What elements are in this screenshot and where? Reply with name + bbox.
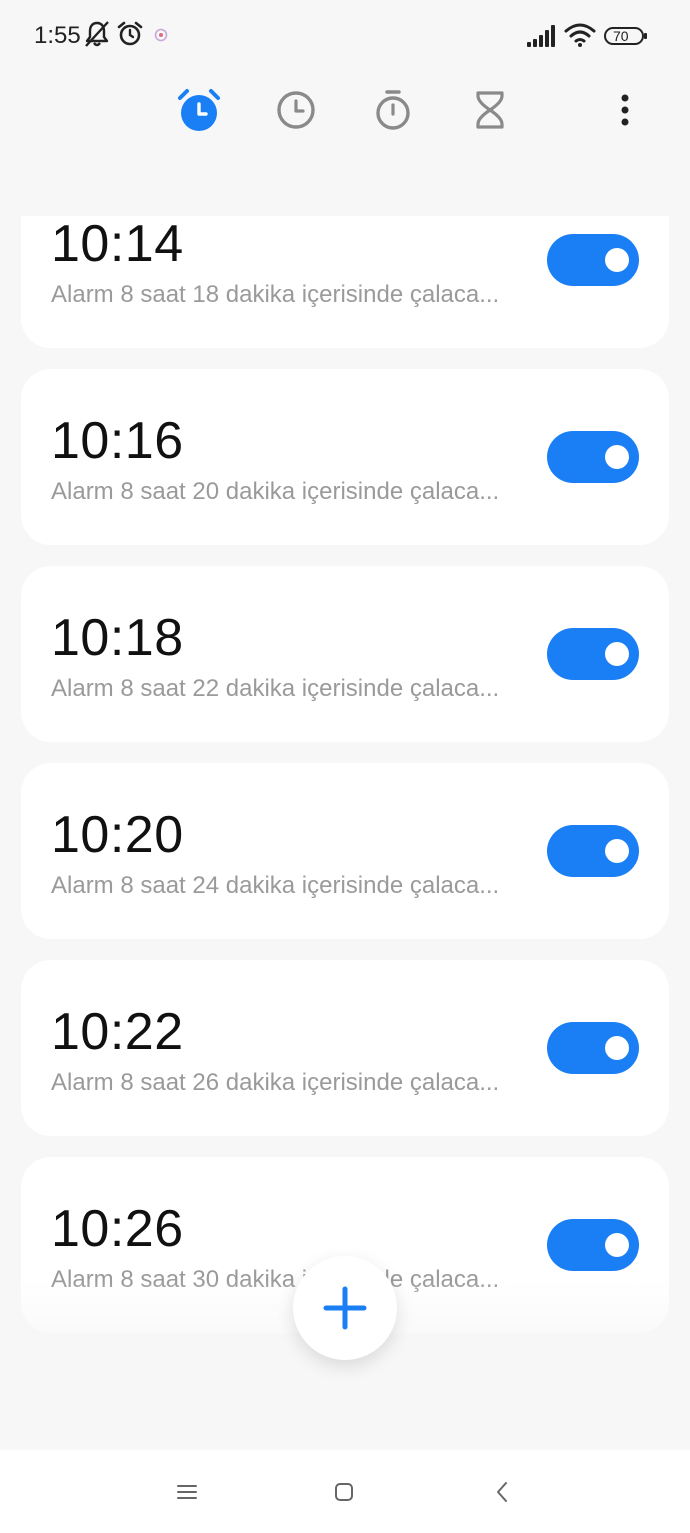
alarm-time: 10:20 — [51, 806, 184, 864]
alarm-description: Alarm 8 saat 20 dakika içerisinde çalaca… — [51, 478, 500, 505]
alarm-description: Alarm 8 saat 22 dakika içerisinde çalaca… — [51, 675, 500, 702]
alarm-description: Alarm 8 saat 18 dakika içerisinde çalaca… — [51, 281, 500, 308]
system-navigation-bar — [0, 1450, 690, 1533]
alarm-time: 10:16 — [51, 412, 184, 470]
status-bar: 1:55 70 — [0, 0, 690, 76]
alarm-toggle[interactable] — [547, 431, 639, 483]
clock-icon — [277, 91, 315, 129]
tab-alarm[interactable] — [175, 86, 223, 134]
recent-apps-button[interactable] — [165, 1470, 209, 1514]
alarm-time: 10:18 — [51, 609, 184, 667]
notifications-off-icon — [84, 20, 110, 53]
toggle-knob — [605, 445, 629, 469]
alarm-description: Alarm 8 saat 26 dakika içerisinde çalaca… — [51, 1069, 500, 1096]
alarm-item[interactable]: 10:22 Alarm 8 saat 26 dakika içerisinde … — [21, 960, 669, 1136]
toggle-knob — [605, 642, 629, 666]
alarm-toggle[interactable] — [547, 628, 639, 680]
alarm-item[interactable]: 10:18 Alarm 8 saat 22 dakika içerisinde … — [21, 566, 669, 742]
alarm-time: 10:14 — [51, 216, 184, 273]
stopwatch-icon — [376, 90, 410, 130]
alarm-toggle[interactable] — [547, 234, 639, 286]
home-button[interactable] — [322, 1470, 366, 1514]
tab-clock[interactable] — [272, 86, 320, 134]
signal-icon — [526, 24, 558, 53]
clock-tab-bar — [0, 80, 690, 144]
alarm-item[interactable]: 10:14 Alarm 8 saat 18 dakika içerisinde … — [21, 216, 669, 348]
toggle-knob — [605, 839, 629, 863]
home-icon — [335, 1483, 353, 1501]
alarm-toggle[interactable] — [547, 825, 639, 877]
toggle-knob — [605, 1036, 629, 1060]
toggle-knob — [605, 1233, 629, 1257]
menu-icon — [177, 1485, 197, 1499]
alarm-toggle[interactable] — [547, 1022, 639, 1074]
plus-icon — [323, 1286, 367, 1330]
back-icon — [497, 1482, 507, 1502]
alarm-time: 10:26 — [51, 1200, 184, 1258]
more-options-button[interactable] — [601, 86, 649, 134]
timer-icon — [476, 91, 504, 129]
add-alarm-button[interactable] — [293, 1256, 397, 1360]
battery-level: 70 — [613, 28, 629, 44]
wifi-icon — [564, 22, 596, 53]
alarm-toggle[interactable] — [547, 1219, 639, 1271]
alarm-description: Alarm 8 saat 30 dakika içerisinde çalaca… — [51, 1266, 500, 1293]
more-options-icon — [621, 94, 629, 126]
tab-stopwatch[interactable] — [369, 86, 417, 134]
alarm-screen: 1:55 70 10:14 Alarm 8 saat 18 dakika içe… — [0, 0, 690, 1533]
status-time: 1:55 — [34, 22, 81, 49]
back-button[interactable] — [480, 1470, 524, 1514]
app-notification-icon — [154, 28, 168, 47]
alarm-item[interactable]: 10:20 Alarm 8 saat 24 dakika içerisinde … — [21, 763, 669, 939]
battery-icon: 70 — [604, 26, 648, 51]
alarm-time: 10:22 — [51, 1003, 184, 1061]
alarm-icon — [178, 89, 220, 131]
alarm-status-icon — [116, 20, 144, 53]
tab-timer[interactable] — [466, 86, 514, 134]
alarm-description: Alarm 8 saat 24 dakika içerisinde çalaca… — [51, 872, 500, 899]
toggle-knob — [605, 248, 629, 272]
alarm-item[interactable]: 10:16 Alarm 8 saat 20 dakika içerisinde … — [21, 369, 669, 545]
